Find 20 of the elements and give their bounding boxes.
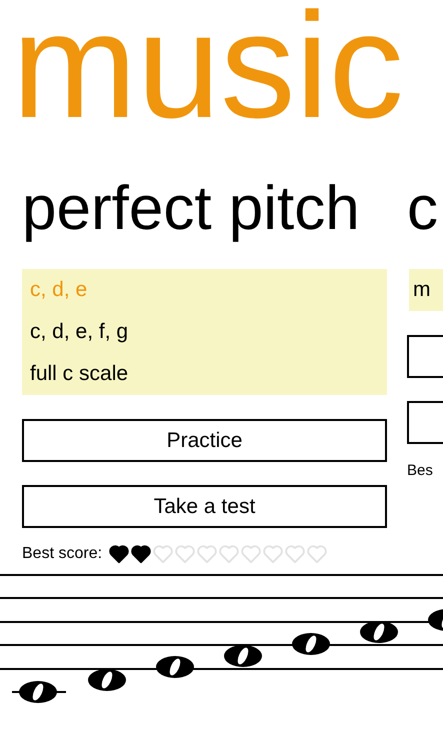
heart-icon [218,544,240,564]
level-item[interactable]: c, d, e, f, g [22,311,387,353]
heart-icon [196,544,218,564]
section-header: c [407,175,439,243]
level-item[interactable]: m [409,269,443,311]
app-title: music [12,0,405,130]
heart-icon [130,544,152,564]
heart-icon [284,544,306,564]
heart-icon [108,544,130,564]
heart-icon [174,544,196,564]
level-item[interactable]: full c scale [22,353,387,395]
best-score-label: Best score: [22,545,102,563]
best-score-label: Bes [407,462,433,478]
action-button[interactable]: Take a test [22,485,387,528]
action-button[interactable]: Practice [22,419,387,462]
heart-icon [152,544,174,564]
heart-icon [240,544,262,564]
heart-icon [306,544,328,564]
section-header: perfect pitch [22,175,361,243]
heart-icon [262,544,284,564]
